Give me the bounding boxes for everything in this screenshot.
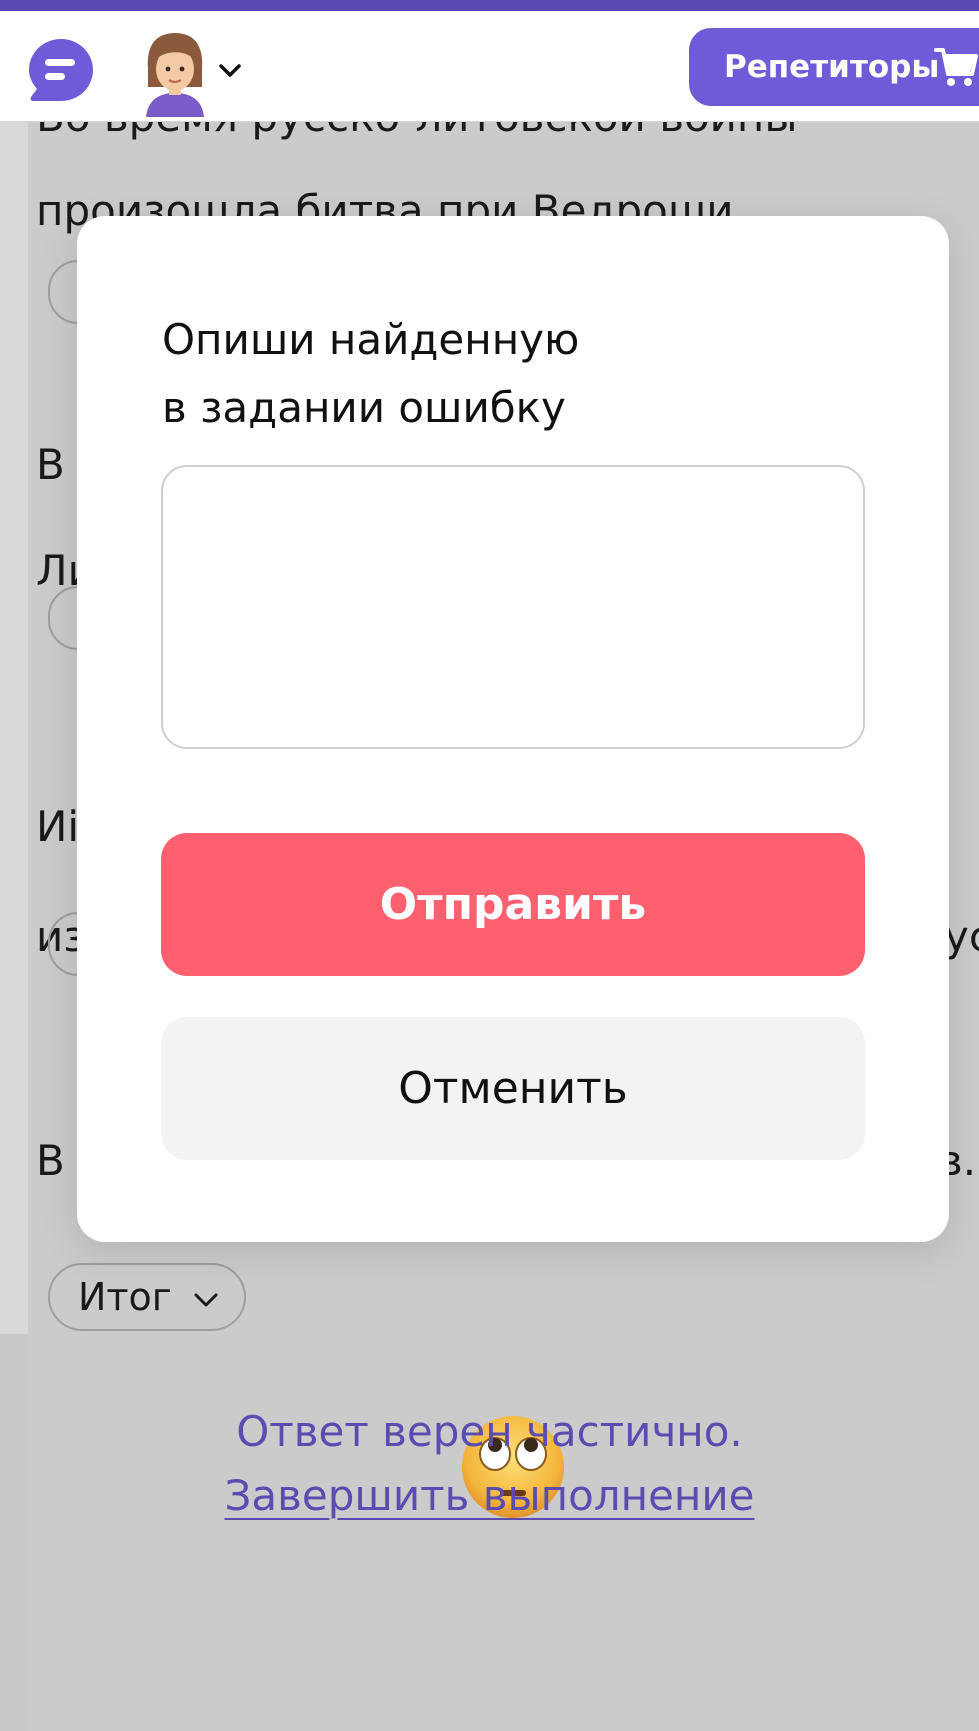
chat-logo-icon[interactable] — [27, 37, 95, 105]
chevron-down-icon[interactable] — [217, 61, 243, 81]
chevron-down-icon — [194, 1293, 218, 1306]
cancel-button[interactable]: Отменить — [161, 1017, 865, 1160]
task-text-line: В — [36, 1136, 65, 1185]
finish-task-link[interactable]: Завершить выполнение — [0, 1471, 979, 1520]
task-text-line: ус — [944, 912, 979, 961]
error-description-input[interactable] — [161, 465, 865, 749]
report-error-dialog: Опиши найденную в задании ошибку Отправи… — [77, 216, 949, 1242]
user-avatar-icon[interactable] — [140, 29, 210, 117]
top-accent-strip — [0, 0, 979, 11]
summary-dropdown-button[interactable]: Итог — [48, 1263, 246, 1331]
cart-icon — [934, 48, 978, 86]
tutors-cart-button[interactable]: Репетиторы — [689, 28, 979, 106]
app-header: Репетиторы — [0, 11, 979, 122]
finish-link-label[interactable]: Завершить выполнение — [224, 1471, 754, 1520]
result-status-text: Ответ верен частично. — [236, 1407, 743, 1456]
tutors-button-label: Репетиторы — [724, 49, 940, 85]
dialog-title-line2: в задании ошибку — [162, 383, 566, 432]
page-left-edge-lower — [0, 1334, 28, 1731]
send-button[interactable]: Отправить — [161, 833, 865, 976]
dialog-title-line1: Опиши найденную — [162, 315, 580, 364]
dialog-title: Опиши найденную в задании ошибку — [162, 306, 862, 442]
page-left-edge — [0, 122, 28, 1334]
task-text-line: Иі — [36, 802, 80, 851]
summary-button-label: Итог — [78, 1275, 172, 1319]
task-text-line: Во время русско-литовской войны — [36, 122, 798, 141]
task-text-line: В — [36, 440, 65, 489]
